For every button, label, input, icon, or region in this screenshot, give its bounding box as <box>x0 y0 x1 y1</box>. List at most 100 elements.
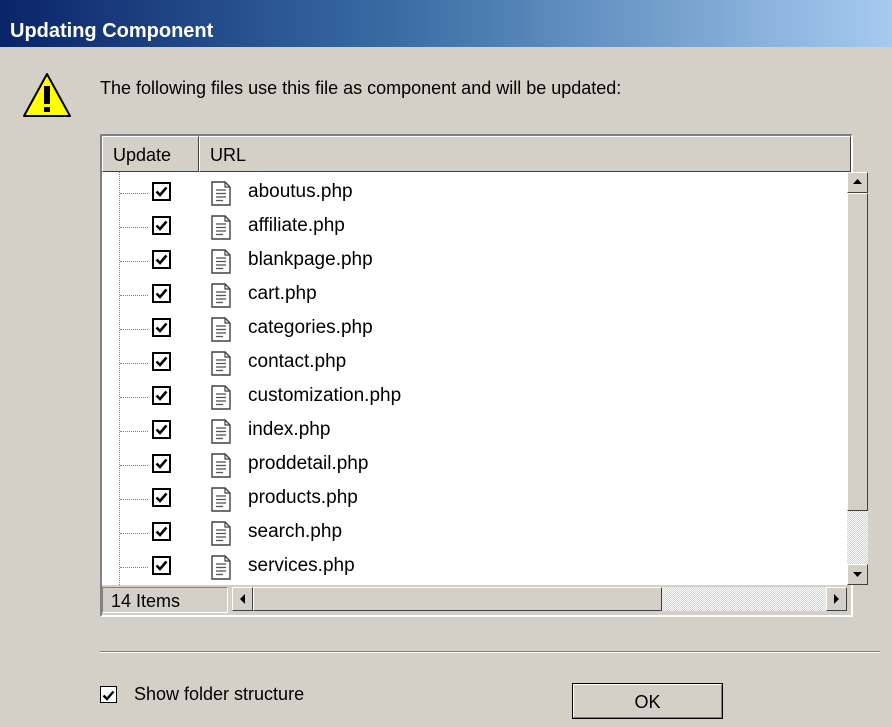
php-file-icon <box>209 214 233 247</box>
file-name: search.php <box>248 521 343 542</box>
list-item[interactable]: categories.php <box>102 312 847 346</box>
file-name: categories.php <box>248 317 373 338</box>
php-file-icon <box>209 248 233 281</box>
file-name: contact.php <box>248 351 347 372</box>
checkmark-icon <box>155 560 168 571</box>
scroll-left-button[interactable] <box>232 587 253 611</box>
update-checkbox[interactable] <box>152 284 171 303</box>
list-item[interactable]: proddetail.php <box>102 448 847 482</box>
checkmark-icon <box>155 220 168 231</box>
update-checkbox[interactable] <box>152 216 171 235</box>
php-file-icon <box>209 282 233 315</box>
arrow-left-icon <box>240 594 245 604</box>
list-item[interactable]: customization.php <box>102 380 847 414</box>
status-bar: 14 Items <box>102 585 851 615</box>
window-title: Updating Component <box>10 20 214 42</box>
tree-connector <box>120 397 148 398</box>
file-list[interactable]: Update URL aboutus.php affiliate.php blank… <box>100 134 868 617</box>
file-name: affiliate.php <box>248 215 345 236</box>
list-item[interactable]: index.php <box>102 414 847 448</box>
file-name: blankpage.php <box>248 249 373 270</box>
tree-connector <box>120 295 148 296</box>
show-folder-structure-label: Show folder structure <box>134 684 305 704</box>
file-name: index.php <box>248 419 331 440</box>
ok-button-label: OK <box>634 692 661 712</box>
horizontal-scrollbar[interactable] <box>232 587 847 611</box>
list-item[interactable]: services.php <box>102 550 847 584</box>
checkmark-icon <box>155 322 168 333</box>
update-checkbox[interactable] <box>152 556 171 575</box>
checkmark-icon <box>155 492 168 503</box>
checkmark-icon <box>155 288 168 299</box>
update-checkbox[interactable] <box>152 454 171 473</box>
file-name: aboutus.php <box>248 181 353 202</box>
update-checkbox[interactable] <box>152 352 171 371</box>
file-name: services.php <box>248 555 355 576</box>
list-item[interactable]: affiliate.php <box>102 210 847 244</box>
update-checkbox[interactable] <box>152 522 171 541</box>
tree-connector <box>120 499 148 500</box>
list-item[interactable]: search.php <box>102 516 847 550</box>
title-bar: Updating Component <box>0 0 892 47</box>
checkmark-icon <box>102 690 115 701</box>
column-header-url-label: URL <box>210 145 247 165</box>
list-item[interactable]: products.php <box>102 482 847 516</box>
checkmark-icon <box>155 356 168 367</box>
vertical-scroll-thumb[interactable] <box>847 193 868 511</box>
php-file-icon <box>209 418 233 451</box>
tree-connector <box>120 261 148 262</box>
vertical-scrollbar[interactable] <box>847 172 868 585</box>
list-item[interactable]: blankpage.php <box>102 244 847 278</box>
info-message: The following files use this file as com… <box>100 78 622 98</box>
php-file-icon <box>209 350 233 383</box>
php-file-icon <box>209 384 233 417</box>
horizontal-scroll-thumb[interactable] <box>253 587 662 611</box>
tree-connector <box>120 329 148 330</box>
update-checkbox[interactable] <box>152 420 171 439</box>
checkmark-icon <box>155 458 168 469</box>
separator <box>100 651 880 653</box>
ok-button[interactable]: OK <box>572 683 723 719</box>
tree-connector <box>120 193 148 194</box>
arrow-up-icon <box>853 179 862 184</box>
scroll-right-button[interactable] <box>826 587 847 611</box>
checkmark-icon <box>155 526 168 537</box>
column-header-update-label: Update <box>113 145 172 165</box>
item-count: 14 Items <box>102 587 228 613</box>
tree-connector <box>120 567 148 568</box>
column-header-update[interactable]: Update <box>102 136 199 172</box>
list-item[interactable]: aboutus.php <box>102 176 847 210</box>
checkmark-icon <box>155 186 168 197</box>
php-file-icon <box>209 180 233 213</box>
update-checkbox[interactable] <box>152 250 171 269</box>
tree-connector <box>120 465 148 466</box>
scroll-down-button[interactable] <box>847 564 868 585</box>
php-file-icon <box>209 486 233 519</box>
item-count-label: 14 Items <box>111 591 181 611</box>
checkmark-icon <box>155 390 168 401</box>
arrow-down-icon <box>853 572 862 577</box>
checkmark-icon <box>155 254 168 265</box>
show-folder-structure-checkbox[interactable] <box>100 686 117 703</box>
tree-connector <box>120 227 148 228</box>
file-rows: aboutus.php affiliate.php blankpage.php car… <box>102 172 847 585</box>
update-checkbox[interactable] <box>152 386 171 405</box>
list-item[interactable]: cart.php <box>102 278 847 312</box>
warning-icon <box>22 72 72 118</box>
tree-connector <box>120 533 148 534</box>
file-name: cart.php <box>248 283 317 304</box>
update-checkbox[interactable] <box>152 318 171 337</box>
file-name: proddetail.php <box>248 453 369 474</box>
file-name: customization.php <box>248 385 402 406</box>
update-checkbox[interactable] <box>152 488 171 507</box>
tree-connector <box>120 431 148 432</box>
php-file-icon <box>209 554 233 585</box>
column-header-url[interactable]: URL <box>199 136 851 172</box>
checkmark-icon <box>155 424 168 435</box>
list-item[interactable]: contact.php <box>102 346 847 380</box>
file-name: products.php <box>248 487 358 508</box>
php-file-icon <box>209 316 233 349</box>
scroll-up-button[interactable] <box>847 172 868 193</box>
update-checkbox[interactable] <box>152 182 171 201</box>
php-file-icon <box>209 452 233 485</box>
